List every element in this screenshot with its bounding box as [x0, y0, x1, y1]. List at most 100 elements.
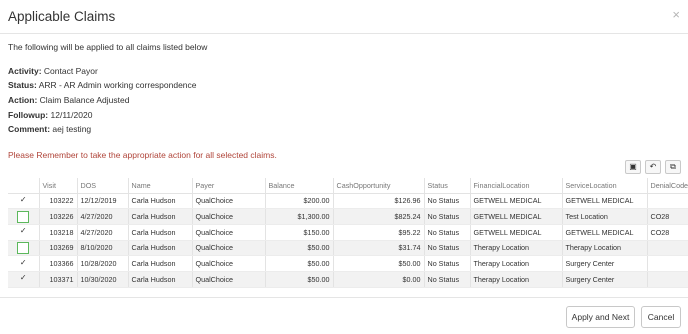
- cell-dos: 4/27/2020: [77, 208, 129, 225]
- cell-financial-location: Therapy Location: [470, 271, 563, 288]
- cell-payer: QualChoice: [192, 271, 266, 288]
- table-row[interactable]: 103226 4/27/2020 Carla Hudson QualChoice $1,…: [8, 208, 688, 225]
- col-cash-opportunity[interactable]: CashOpportunity: [333, 178, 425, 194]
- cell-dos: 10/28/2020: [77, 255, 129, 272]
- col-payer[interactable]: Payer: [192, 178, 266, 194]
- col-financial-location[interactable]: FinancialLocation: [470, 178, 563, 194]
- cell-service-location: GETWELL MEDICAL: [562, 224, 648, 241]
- row-checkbox[interactable]: [18, 259, 28, 269]
- table-row[interactable]: 10336610/28/2020Carla HudsonQualChoice$5…: [8, 255, 688, 272]
- col-dos[interactable]: DOS: [77, 178, 129, 194]
- detail-action: Action: Claim Balance Adjusted: [8, 95, 129, 105]
- cell-visit: 103371: [39, 271, 78, 288]
- col-name[interactable]: Name: [128, 178, 193, 194]
- detail-value: 12/11/2020: [50, 110, 93, 120]
- cell-name: Carla Hudson: [128, 208, 193, 225]
- row-select-cell: [8, 193, 40, 210]
- cell-payer: QualChoice: [192, 240, 266, 257]
- copy-icon[interactable]: ⧉: [665, 160, 681, 174]
- row-checkbox[interactable]: [18, 196, 28, 206]
- cell-status: No Status: [424, 193, 471, 210]
- intro-text: The following will be applied to all cla…: [8, 42, 208, 52]
- detail-label: Followup:: [8, 110, 49, 120]
- dialog-header: Applicable Claims ×: [0, 0, 688, 34]
- detail-activity: Activity: Contact Payor: [8, 66, 98, 76]
- dialog-footer: Apply and Next Cancel: [0, 297, 688, 334]
- cell-name: Carla Hudson: [128, 271, 193, 288]
- claims-table: Visit DOS Name Payer Balance CashOpportu…: [8, 178, 688, 288]
- row-select-cell: [8, 224, 40, 241]
- row-select-cell: [8, 271, 40, 288]
- cell-denial-codes: [647, 255, 688, 272]
- cell-dos: 8/10/2020: [77, 240, 129, 257]
- cell-cash-opportunity: $95.22: [333, 224, 425, 241]
- cell-name: Carla Hudson: [128, 255, 193, 272]
- warning-text: Please Remember to take the appropriate …: [8, 150, 277, 160]
- cell-cash-opportunity: $50.00: [333, 255, 425, 272]
- cell-balance: $200.00: [265, 193, 334, 210]
- detail-label: Activity:: [8, 66, 42, 76]
- cell-name: Carla Hudson: [128, 224, 193, 241]
- cell-status: No Status: [424, 240, 471, 257]
- cell-visit: 103218: [39, 224, 78, 241]
- cell-denial-codes: [647, 193, 688, 210]
- col-denial-codes[interactable]: DenialCodes: [647, 178, 688, 194]
- col-service-location[interactable]: ServiceLocation: [562, 178, 648, 194]
- cell-service-location: Test Location: [562, 208, 648, 225]
- cancel-button[interactable]: Cancel: [641, 306, 681, 328]
- detail-value: Claim Balance Adjusted: [39, 95, 130, 105]
- cell-visit: 103222: [39, 193, 78, 210]
- cell-cash-opportunity: $825.24: [333, 208, 425, 225]
- save-icon[interactable]: ▣: [625, 160, 641, 174]
- cell-dos: 10/30/2020: [77, 271, 129, 288]
- detail-value: ARR - AR Admin working correspondence: [38, 80, 197, 90]
- row-checkbox[interactable]: [17, 241, 30, 254]
- cell-visit: 103226: [39, 208, 78, 225]
- table-row[interactable]: 1032184/27/2020Carla HudsonQualChoice$15…: [8, 224, 688, 241]
- close-icon[interactable]: ×: [672, 7, 680, 22]
- cell-payer: QualChoice: [192, 224, 266, 241]
- cell-status: No Status: [424, 255, 471, 272]
- row-checkbox[interactable]: [18, 227, 28, 237]
- table-row[interactable]: 10337110/30/2020Carla HudsonQualChoice$5…: [8, 271, 688, 288]
- col-status[interactable]: Status: [424, 178, 471, 194]
- cell-balance: $50.00: [265, 240, 334, 257]
- cell-name: Carla Hudson: [128, 193, 193, 210]
- col-balance[interactable]: Balance: [265, 178, 334, 194]
- applicable-claims-dialog: Applicable Claims × The following will b…: [0, 0, 688, 334]
- row-checkbox[interactable]: [17, 210, 30, 223]
- undo-icon[interactable]: ↶: [645, 160, 661, 174]
- table-row[interactable]: 103269 8/10/2020 Carla Hudson QualChoice $50…: [8, 240, 688, 257]
- col-visit[interactable]: Visit: [39, 178, 78, 194]
- cell-status: No Status: [424, 271, 471, 288]
- cell-dos: 4/27/2020: [77, 224, 129, 241]
- apply-and-next-button[interactable]: Apply and Next: [566, 306, 635, 328]
- cell-payer: QualChoice: [192, 255, 266, 272]
- cell-service-location: Surgery Center: [562, 255, 648, 272]
- col-select: [8, 178, 40, 194]
- detail-value: aej testing: [52, 124, 92, 134]
- cell-denial-codes: CO28: [647, 208, 688, 225]
- cell-financial-location: GETWELL MEDICAL: [470, 224, 563, 241]
- detail-label: Status:: [8, 80, 37, 90]
- row-select-cell: [8, 240, 40, 257]
- cell-balance: $1,300.00: [265, 208, 334, 225]
- cell-financial-location: Therapy Location: [470, 255, 563, 272]
- cell-financial-location: Therapy Location: [470, 240, 563, 257]
- cell-financial-location: GETWELL MEDICAL: [470, 193, 563, 210]
- detail-label: Comment:: [8, 124, 51, 134]
- cell-visit: 103366: [39, 255, 78, 272]
- cell-service-location: GETWELL MEDICAL: [562, 193, 648, 210]
- row-checkbox[interactable]: [18, 274, 28, 284]
- cell-service-location: Therapy Location: [562, 240, 648, 257]
- cell-cash-opportunity: $0.00: [333, 271, 425, 288]
- cell-denial-codes: [647, 240, 688, 257]
- cell-balance: $50.00: [265, 255, 334, 272]
- cell-name: Carla Hudson: [128, 240, 193, 257]
- detail-comment: Comment: aej testing: [8, 124, 91, 134]
- cell-status: No Status: [424, 224, 471, 241]
- table-header-row: Visit DOS Name Payer Balance CashOpportu…: [8, 178, 688, 194]
- cell-payer: QualChoice: [192, 193, 266, 210]
- cell-payer: QualChoice: [192, 208, 266, 225]
- table-row[interactable]: 10322212/12/2019Carla HudsonQualChoice$2…: [8, 193, 688, 210]
